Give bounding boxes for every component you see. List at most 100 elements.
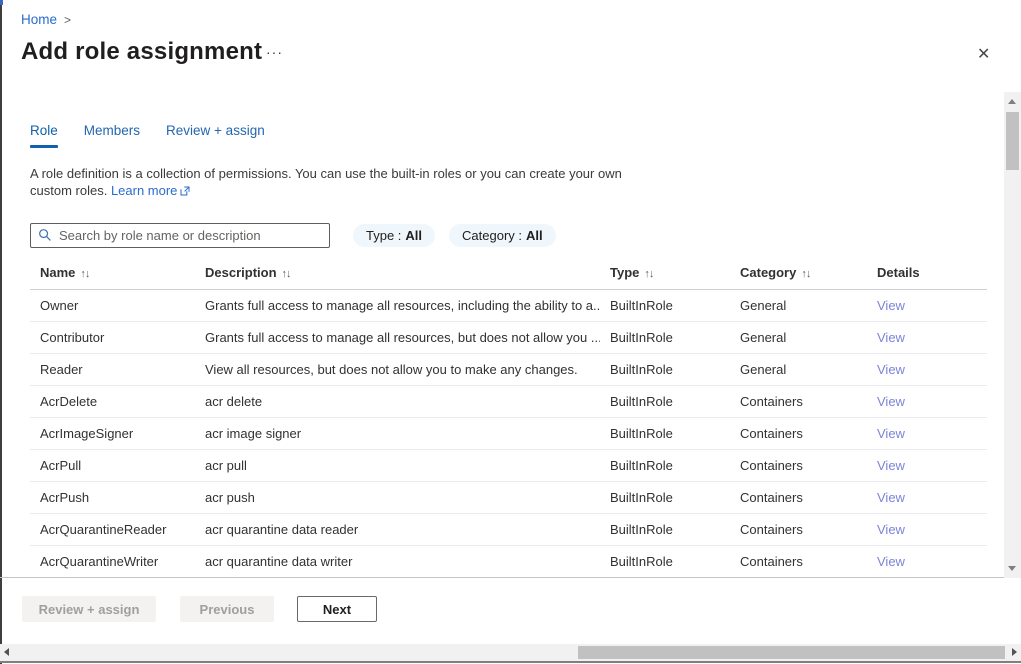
cell-type: BuiltInRole <box>600 513 730 545</box>
column-header-type[interactable]: Type↑↓ <box>600 257 730 289</box>
external-link-icon <box>180 183 190 200</box>
cell-type: BuiltInRole <box>600 321 730 353</box>
table-row[interactable]: AcrImageSigner acr image signer BuiltInR… <box>30 417 987 449</box>
table-header-row: Name↑↓ Description↑↓ Type↑↓ Category↑↓ D… <box>30 257 987 289</box>
add-role-assignment-panel: Home> Add role assignment ··· ✕ Role Mem… <box>0 0 1021 664</box>
tab-review-assign[interactable]: Review + assign <box>166 123 265 146</box>
review-assign-button[interactable]: Review + assign <box>22 596 156 622</box>
cell-type: BuiltInRole <box>600 449 730 481</box>
view-link[interactable]: View <box>877 394 905 409</box>
table-row[interactable]: AcrQuarantineReader acr quarantine data … <box>30 513 987 545</box>
cell-name: Reader <box>30 353 195 385</box>
table-row[interactable]: AcrQuarantineWriter acr quarantine data … <box>30 545 987 577</box>
view-link[interactable]: View <box>877 426 905 441</box>
tab-role[interactable]: Role <box>30 123 58 146</box>
horizontal-scroll-thumb[interactable] <box>578 646 1005 659</box>
cell-description: View all resources, but does not allow y… <box>195 353 600 385</box>
cell-description: acr pull <box>195 449 600 481</box>
cell-description: Grants full access to manage all resourc… <box>195 321 600 353</box>
active-tab-indicator <box>30 145 58 148</box>
view-link[interactable]: View <box>877 298 905 313</box>
view-link[interactable]: View <box>877 330 905 345</box>
footer-actions: Review + assign Previous Next <box>22 596 377 622</box>
view-link[interactable]: View <box>877 522 905 537</box>
cell-type: BuiltInRole <box>600 417 730 449</box>
view-link[interactable]: View <box>877 458 905 473</box>
window-left-edge-accent <box>0 0 3 5</box>
table-row[interactable]: AcrDelete acr delete BuiltInRole Contain… <box>30 385 987 417</box>
cell-category: General <box>730 353 867 385</box>
more-options-button[interactable]: ··· <box>266 44 283 60</box>
roles-table: Name↑↓ Description↑↓ Type↑↓ Category↑↓ D… <box>30 257 987 577</box>
intro-line1: A role definition is a collection of per… <box>30 165 622 182</box>
view-link[interactable]: View <box>877 362 905 377</box>
scroll-up-icon[interactable] <box>1008 99 1016 104</box>
cell-category: Containers <box>730 481 867 513</box>
sort-icon: ↑↓ <box>80 268 89 280</box>
cell-name: AcrImageSigner <box>30 417 195 449</box>
cell-name: AcrPull <box>30 449 195 481</box>
search-icon <box>38 228 52 247</box>
table-row[interactable]: Contributor Grants full access to manage… <box>30 321 987 353</box>
table-row[interactable]: Reader View all resources, but does not … <box>30 353 987 385</box>
search-input[interactable] <box>30 223 330 248</box>
intro-line2: custom roles. Learn more <box>30 182 622 200</box>
footer-divider <box>0 577 1021 578</box>
cell-name: AcrQuarantineWriter <box>30 545 195 577</box>
cell-category: General <box>730 321 867 353</box>
table-row[interactable]: AcrPush acr push BuiltInRole Containers … <box>30 481 987 513</box>
column-header-name[interactable]: Name↑↓ <box>30 257 195 289</box>
tab-bar: Role Members Review + assign <box>30 123 265 146</box>
filter-pill-category[interactable]: Category :All <box>449 224 556 247</box>
cell-description: acr quarantine data writer <box>195 545 600 577</box>
horizontal-scrollbar[interactable] <box>0 644 1021 661</box>
column-header-category[interactable]: Category↑↓ <box>730 257 867 289</box>
scroll-left-icon[interactable] <box>4 648 9 656</box>
scroll-right-icon[interactable] <box>1012 648 1017 656</box>
close-icon[interactable]: ✕ <box>973 42 994 66</box>
view-link[interactable]: View <box>877 490 905 505</box>
cell-category: Containers <box>730 385 867 417</box>
cell-type: BuiltInRole <box>600 481 730 513</box>
sort-icon: ↑↓ <box>801 268 810 280</box>
table-row[interactable]: Owner Grants full access to manage all r… <box>30 289 987 321</box>
sort-icon: ↑↓ <box>282 268 291 280</box>
previous-button[interactable]: Previous <box>180 596 274 622</box>
learn-more-link[interactable]: Learn more <box>111 183 177 198</box>
cell-type: BuiltInRole <box>600 545 730 577</box>
filter-toolbar: Type :All Category :All <box>30 223 556 248</box>
cell-category: Containers <box>730 449 867 481</box>
breadcrumb: Home> <box>21 12 71 27</box>
column-header-description[interactable]: Description↑↓ <box>195 257 600 289</box>
cell-category: Containers <box>730 513 867 545</box>
intro-text: A role definition is a collection of per… <box>30 165 622 200</box>
next-button[interactable]: Next <box>297 596 377 622</box>
cell-name: Owner <box>30 289 195 321</box>
tab-members[interactable]: Members <box>84 123 140 146</box>
filter-pill-type[interactable]: Type :All <box>353 224 435 247</box>
view-link[interactable]: View <box>877 554 905 569</box>
cell-description: acr delete <box>195 385 600 417</box>
cell-type: BuiltInRole <box>600 289 730 321</box>
breadcrumb-home-link[interactable]: Home <box>21 12 57 27</box>
cell-description: acr quarantine data reader <box>195 513 600 545</box>
search-box <box>30 223 330 248</box>
column-header-details: Details <box>867 257 987 289</box>
vertical-scroll-thumb[interactable] <box>1006 112 1019 170</box>
cell-category: General <box>730 289 867 321</box>
vertical-scrollbar[interactable] <box>1004 92 1021 578</box>
table-row[interactable]: AcrPull acr pull BuiltInRole Containers … <box>30 449 987 481</box>
cell-description: acr push <box>195 481 600 513</box>
cell-description: Grants full access to manage all resourc… <box>195 289 600 321</box>
page-title: Add role assignment <box>21 38 262 66</box>
cell-type: BuiltInRole <box>600 385 730 417</box>
cell-category: Containers <box>730 545 867 577</box>
scroll-down-icon[interactable] <box>1008 566 1016 571</box>
sort-icon: ↑↓ <box>644 268 653 280</box>
cell-name: AcrQuarantineReader <box>30 513 195 545</box>
cell-description: acr image signer <box>195 417 600 449</box>
cell-type: BuiltInRole <box>600 353 730 385</box>
cell-name: AcrPush <box>30 481 195 513</box>
cell-name: Contributor <box>30 321 195 353</box>
window-bottom-edge <box>0 661 1021 663</box>
